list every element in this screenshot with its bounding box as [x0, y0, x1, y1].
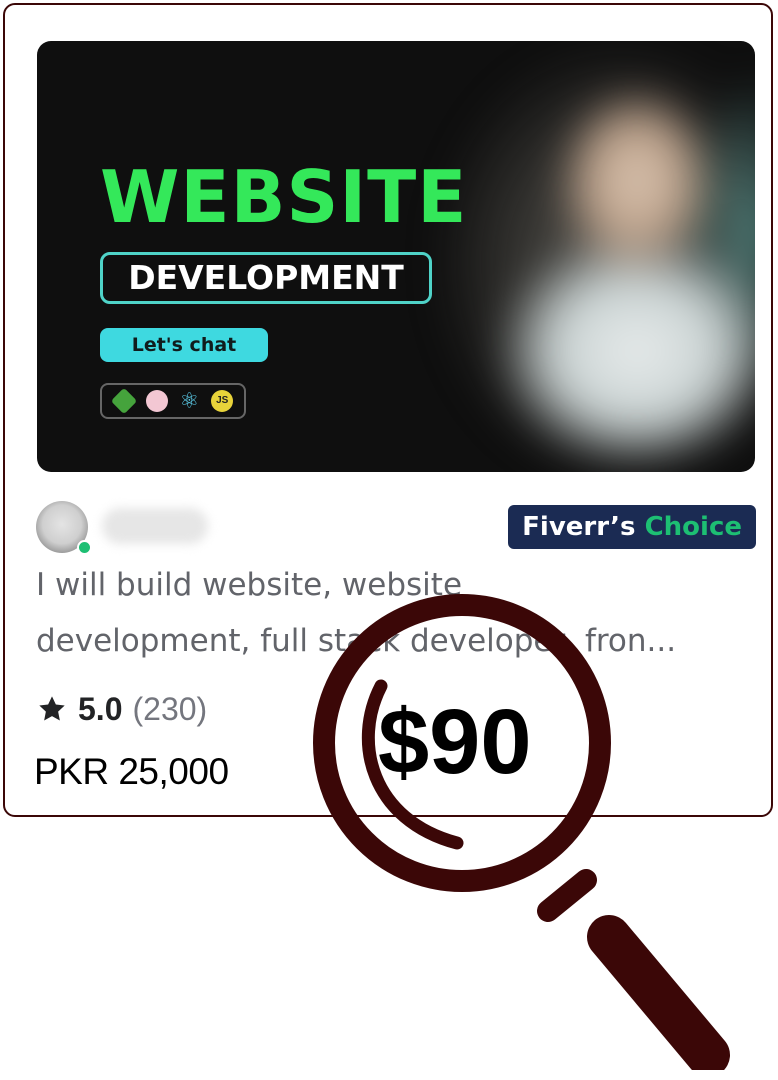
thumbnail-cta-label: Let's chat [100, 328, 268, 362]
sass-icon [145, 390, 168, 412]
seller-row: Fiverr’s Choice [36, 499, 756, 555]
fiverrs-choice-badge: Fiverr’s Choice [508, 505, 756, 549]
thumbnail-headline-primary: WEBSITE [100, 155, 468, 239]
review-count: (230) [132, 690, 208, 727]
converted-price-usd: $90 [378, 691, 532, 793]
gig-price: PKR 25,000 [34, 751, 229, 792]
seller-photo-blurred [437, 41, 755, 472]
magnifier-icon [313, 594, 730, 1070]
thumbnail-headline-secondary: DEVELOPMENT [100, 252, 432, 304]
badge-label-prefix: Fiverr’s [522, 512, 636, 542]
star-icon [39, 696, 65, 721]
seller-name-blurred[interactable] [102, 508, 208, 544]
badge-label-suffix: Choice [644, 512, 742, 542]
rating-row: 5.0 (230) [36, 687, 207, 731]
rating-value: 5.0 [78, 690, 123, 727]
gig-thumbnail[interactable]: WEBSITE DEVELOPMENT Let's chat ⚛ JS [37, 41, 755, 472]
online-status-dot [77, 540, 92, 555]
tech-stack-strip: ⚛ JS [100, 383, 246, 419]
nodejs-icon [110, 387, 138, 415]
javascript-icon: JS [211, 390, 234, 412]
react-icon: ⚛ [179, 388, 200, 413]
page: WEBSITE DEVELOPMENT Let's chat ⚛ JS Five… [0, 0, 778, 1080]
